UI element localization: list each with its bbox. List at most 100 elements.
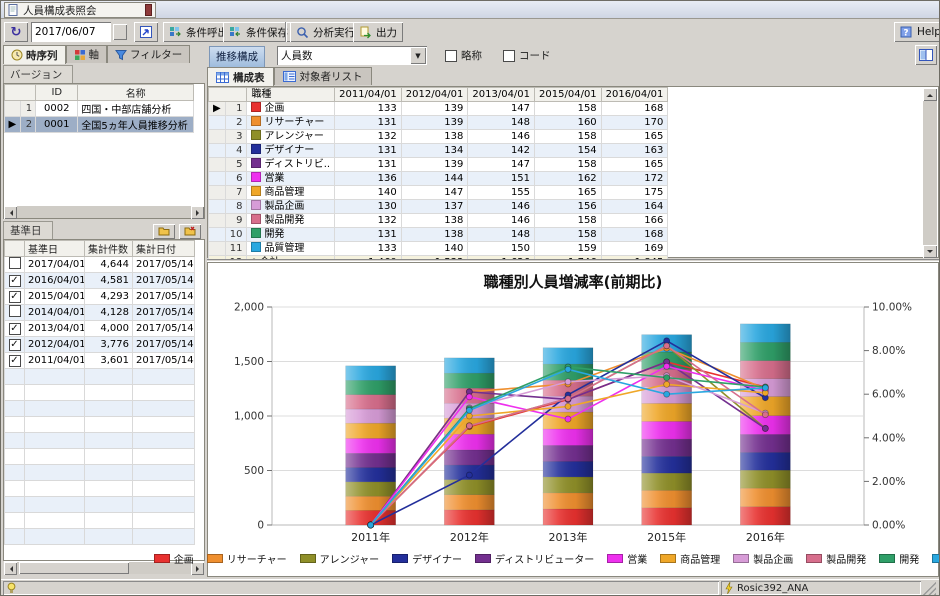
refresh-button[interactable]: ↻ (4, 22, 28, 42)
left-tab-3[interactable]: フィルター (107, 45, 190, 63)
split-columns-icon (919, 49, 933, 61)
document-tab[interactable]: 人員構成表照会 (4, 2, 156, 18)
checkbox-box[interactable]: ✓ (9, 291, 21, 303)
checkbox-box[interactable] (503, 50, 515, 62)
transition-dropdown[interactable]: 人員数 ▼ (277, 46, 427, 65)
baseline-col-3: 集計日付 (133, 241, 195, 257)
table-vscrollbar[interactable] (923, 88, 937, 258)
comp-row[interactable]: 8製品企画130137146156164 (209, 200, 668, 214)
row-number: 3 (225, 130, 247, 144)
data-point[interactable] (664, 363, 670, 369)
run-analysis-button[interactable]: 分析実行 (290, 22, 361, 42)
checkbox-box[interactable] (9, 305, 21, 317)
baseline-row[interactable]: ✓2012/04/013,7762017/05/14 15:35:1 (5, 337, 195, 353)
data-point[interactable] (565, 403, 571, 409)
delete-folder-button[interactable] (179, 224, 201, 239)
baseline-date-cell: 2015/04/01 (25, 289, 85, 305)
data-point[interactable] (664, 343, 670, 349)
comp-row[interactable]: 5ディストリビ..131139147158165 (209, 158, 668, 172)
comp-row[interactable]: 10開発131138148158168 (209, 228, 668, 242)
data-point[interactable] (762, 425, 768, 431)
legend-item: リサーチャー (207, 551, 287, 566)
data-point[interactable] (466, 394, 472, 400)
baseline-row[interactable]: ✓2016/04/014,5812017/05/14 15:35:1 (5, 273, 195, 289)
data-point[interactable] (466, 472, 472, 478)
data-point[interactable] (565, 366, 571, 372)
abbreviation-checkbox[interactable]: 略称 (445, 48, 482, 63)
version-col-name: 名称 (78, 85, 194, 101)
scroll-up-button[interactable] (923, 88, 937, 101)
right-axis-tick-label: 10.00% (872, 302, 912, 314)
code-label: コード (519, 48, 551, 63)
baseline-row[interactable]: 2014/04/014,1282017/05/14 15:35:1 (5, 305, 195, 321)
checkbox-box[interactable]: ✓ (9, 275, 21, 287)
baseline-empty-row (5, 481, 195, 497)
chevron-down-icon[interactable]: ▼ (410, 47, 426, 64)
help-button[interactable]: ? Help (894, 22, 940, 42)
comp-row[interactable]: 6営業136144151162172 (209, 172, 668, 186)
data-point[interactable] (664, 375, 670, 381)
date-picker-button[interactable] (113, 24, 127, 40)
data-point[interactable] (762, 385, 768, 391)
comp-row[interactable]: 3アレンジャー132138146158165 (209, 130, 668, 144)
comp-row[interactable]: 2リサーチャー131139148160170 (209, 116, 668, 130)
data-point[interactable] (664, 391, 670, 397)
data-point[interactable] (565, 396, 571, 402)
comp-row[interactable]: 4デザイナー131134142154163 (209, 144, 668, 158)
right-tab-1[interactable]: 構成表 (207, 67, 274, 86)
checkbox-box[interactable]: ✓ (9, 339, 21, 351)
output-button[interactable]: 出力 (353, 22, 403, 42)
comp-value-cell: 162 (535, 172, 602, 186)
data-point[interactable] (762, 412, 768, 418)
baseline-row[interactable]: 2017/04/014,6442017/05/14 15:35:1 (5, 257, 195, 273)
comp-name-text: アレンジャー (264, 131, 324, 142)
version-row[interactable]: ▶20001全国5ヵ年人員推移分析 (5, 117, 194, 133)
checkbox-box[interactable] (9, 257, 21, 269)
data-point[interactable] (565, 416, 571, 422)
scroll-left-button[interactable] (4, 562, 17, 575)
version-grid-hscrollbar[interactable] (4, 205, 204, 218)
baseline-empty-row (5, 401, 195, 417)
comp-row[interactable]: 11品質管理133140150159169 (209, 242, 668, 256)
comp-value-cell: 164 (601, 200, 668, 214)
comp-row[interactable]: 7商品管理140147155165175 (209, 186, 668, 200)
document-tab-strip: 人員構成表照会 (1, 1, 940, 19)
document-tab-title: 人員構成表照会 (23, 3, 141, 18)
left-tab-2[interactable]: 軸 (66, 45, 108, 63)
data-point[interactable] (466, 407, 472, 413)
checkbox-box[interactable]: ✓ (9, 323, 21, 335)
scroll-down-button[interactable] (923, 245, 937, 258)
baseline-row[interactable]: ✓2013/04/014,0002017/05/14 15:35:1 (5, 321, 195, 337)
version-row[interactable]: 10002四国・中部店舗分析 (5, 101, 194, 117)
right-tab-2[interactable]: 対象者リスト (274, 67, 372, 85)
scroll-left-button[interactable] (4, 206, 17, 219)
resize-grip[interactable] (923, 582, 936, 595)
left-tab-1[interactable]: 時序列 (3, 45, 66, 64)
baseline-row[interactable]: ✓2015/04/014,2932017/05/14 15:35:1 (5, 289, 195, 305)
lightning-icon (725, 582, 733, 594)
baseline-col-check (5, 241, 25, 257)
data-point[interactable] (368, 522, 374, 528)
bar-gloss (444, 358, 494, 525)
save-conditions-button[interactable]: 条件保存 (223, 22, 294, 42)
data-point[interactable] (466, 423, 472, 429)
open-folder-button[interactable] (153, 224, 175, 239)
data-point[interactable] (565, 379, 571, 385)
comp-name-cell: デザイナー (247, 144, 335, 158)
legend-label: デザイナー (412, 551, 462, 566)
comp-name-text: 営業 (264, 173, 284, 184)
tab-close-button[interactable] (145, 4, 152, 16)
code-checkbox[interactable]: コード (503, 48, 551, 63)
checkbox-box[interactable]: ✓ (9, 355, 21, 367)
split-view-button[interactable] (915, 45, 937, 65)
baseline-count-cell: 4,644 (85, 257, 133, 273)
comp-row[interactable]: 9製品開発132138146158166 (209, 214, 668, 228)
data-point[interactable] (664, 381, 670, 387)
checkbox-box[interactable] (445, 50, 457, 62)
baseline-row[interactable]: ✓2011/04/013,6012017/05/14 15:35:1 (5, 353, 195, 369)
axis-grid-icon (74, 49, 86, 61)
date-input[interactable] (31, 22, 111, 42)
expand-button[interactable] (134, 22, 158, 42)
comp-row[interactable]: ▶1企画133139147158168 (209, 102, 668, 116)
scroll-right-button[interactable] (191, 206, 204, 219)
